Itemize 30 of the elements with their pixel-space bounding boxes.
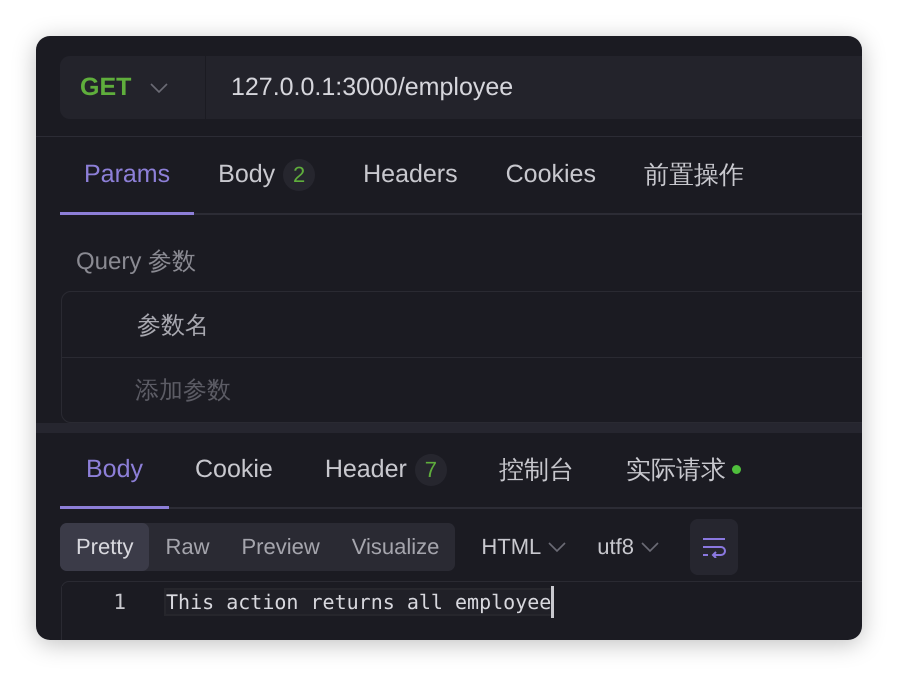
url-bar[interactable]: GET 127.0.0.1:3000/employee: [60, 56, 862, 119]
line-number: 1: [112, 590, 126, 614]
response-tab[interactable]: Cookie: [168, 433, 299, 509]
chevron-down-icon: [149, 82, 170, 94]
code-editor[interactable]: 1 This action returns all employee: [61, 581, 862, 640]
format-dropdown[interactable]: HTML: [477, 534, 572, 560]
response-tab[interactable]: Body: [60, 433, 169, 509]
request-tab[interactable]: Params: [60, 137, 194, 215]
response-tab[interactable]: Header 7: [298, 433, 473, 509]
chevron-down-icon: [547, 541, 568, 553]
request-tab[interactable]: Cookies: [482, 137, 620, 215]
wrap-icon: [700, 536, 727, 558]
response-tab[interactable]: 控制台: [472, 433, 600, 509]
view-mode-button[interactable]: Preview: [225, 523, 336, 571]
response-tab[interactable]: 实际请求: [600, 433, 767, 509]
url-field[interactable]: 127.0.0.1:3000/employee: [231, 73, 514, 102]
request-tab[interactable]: Body 2: [194, 137, 340, 215]
method-dropdown[interactable]: GET: [60, 56, 206, 119]
count-badge: 7: [414, 454, 447, 486]
view-mode-button[interactable]: Raw: [149, 523, 226, 571]
encoding-dropdown[interactable]: utf8: [593, 534, 664, 560]
request-tab[interactable]: Headers: [339, 137, 482, 215]
chevron-down-icon: [640, 541, 660, 553]
count-badge: 2: [283, 158, 316, 190]
view-mode-button[interactable]: Visualize: [336, 523, 456, 571]
view-mode-button[interactable]: Pretty: [60, 523, 150, 571]
section-title: Query 参数: [76, 247, 198, 277]
wrap-button[interactable]: [690, 519, 738, 575]
column-header: 参数名: [137, 310, 209, 340]
request-tab[interactable]: 前置操作: [620, 137, 768, 215]
